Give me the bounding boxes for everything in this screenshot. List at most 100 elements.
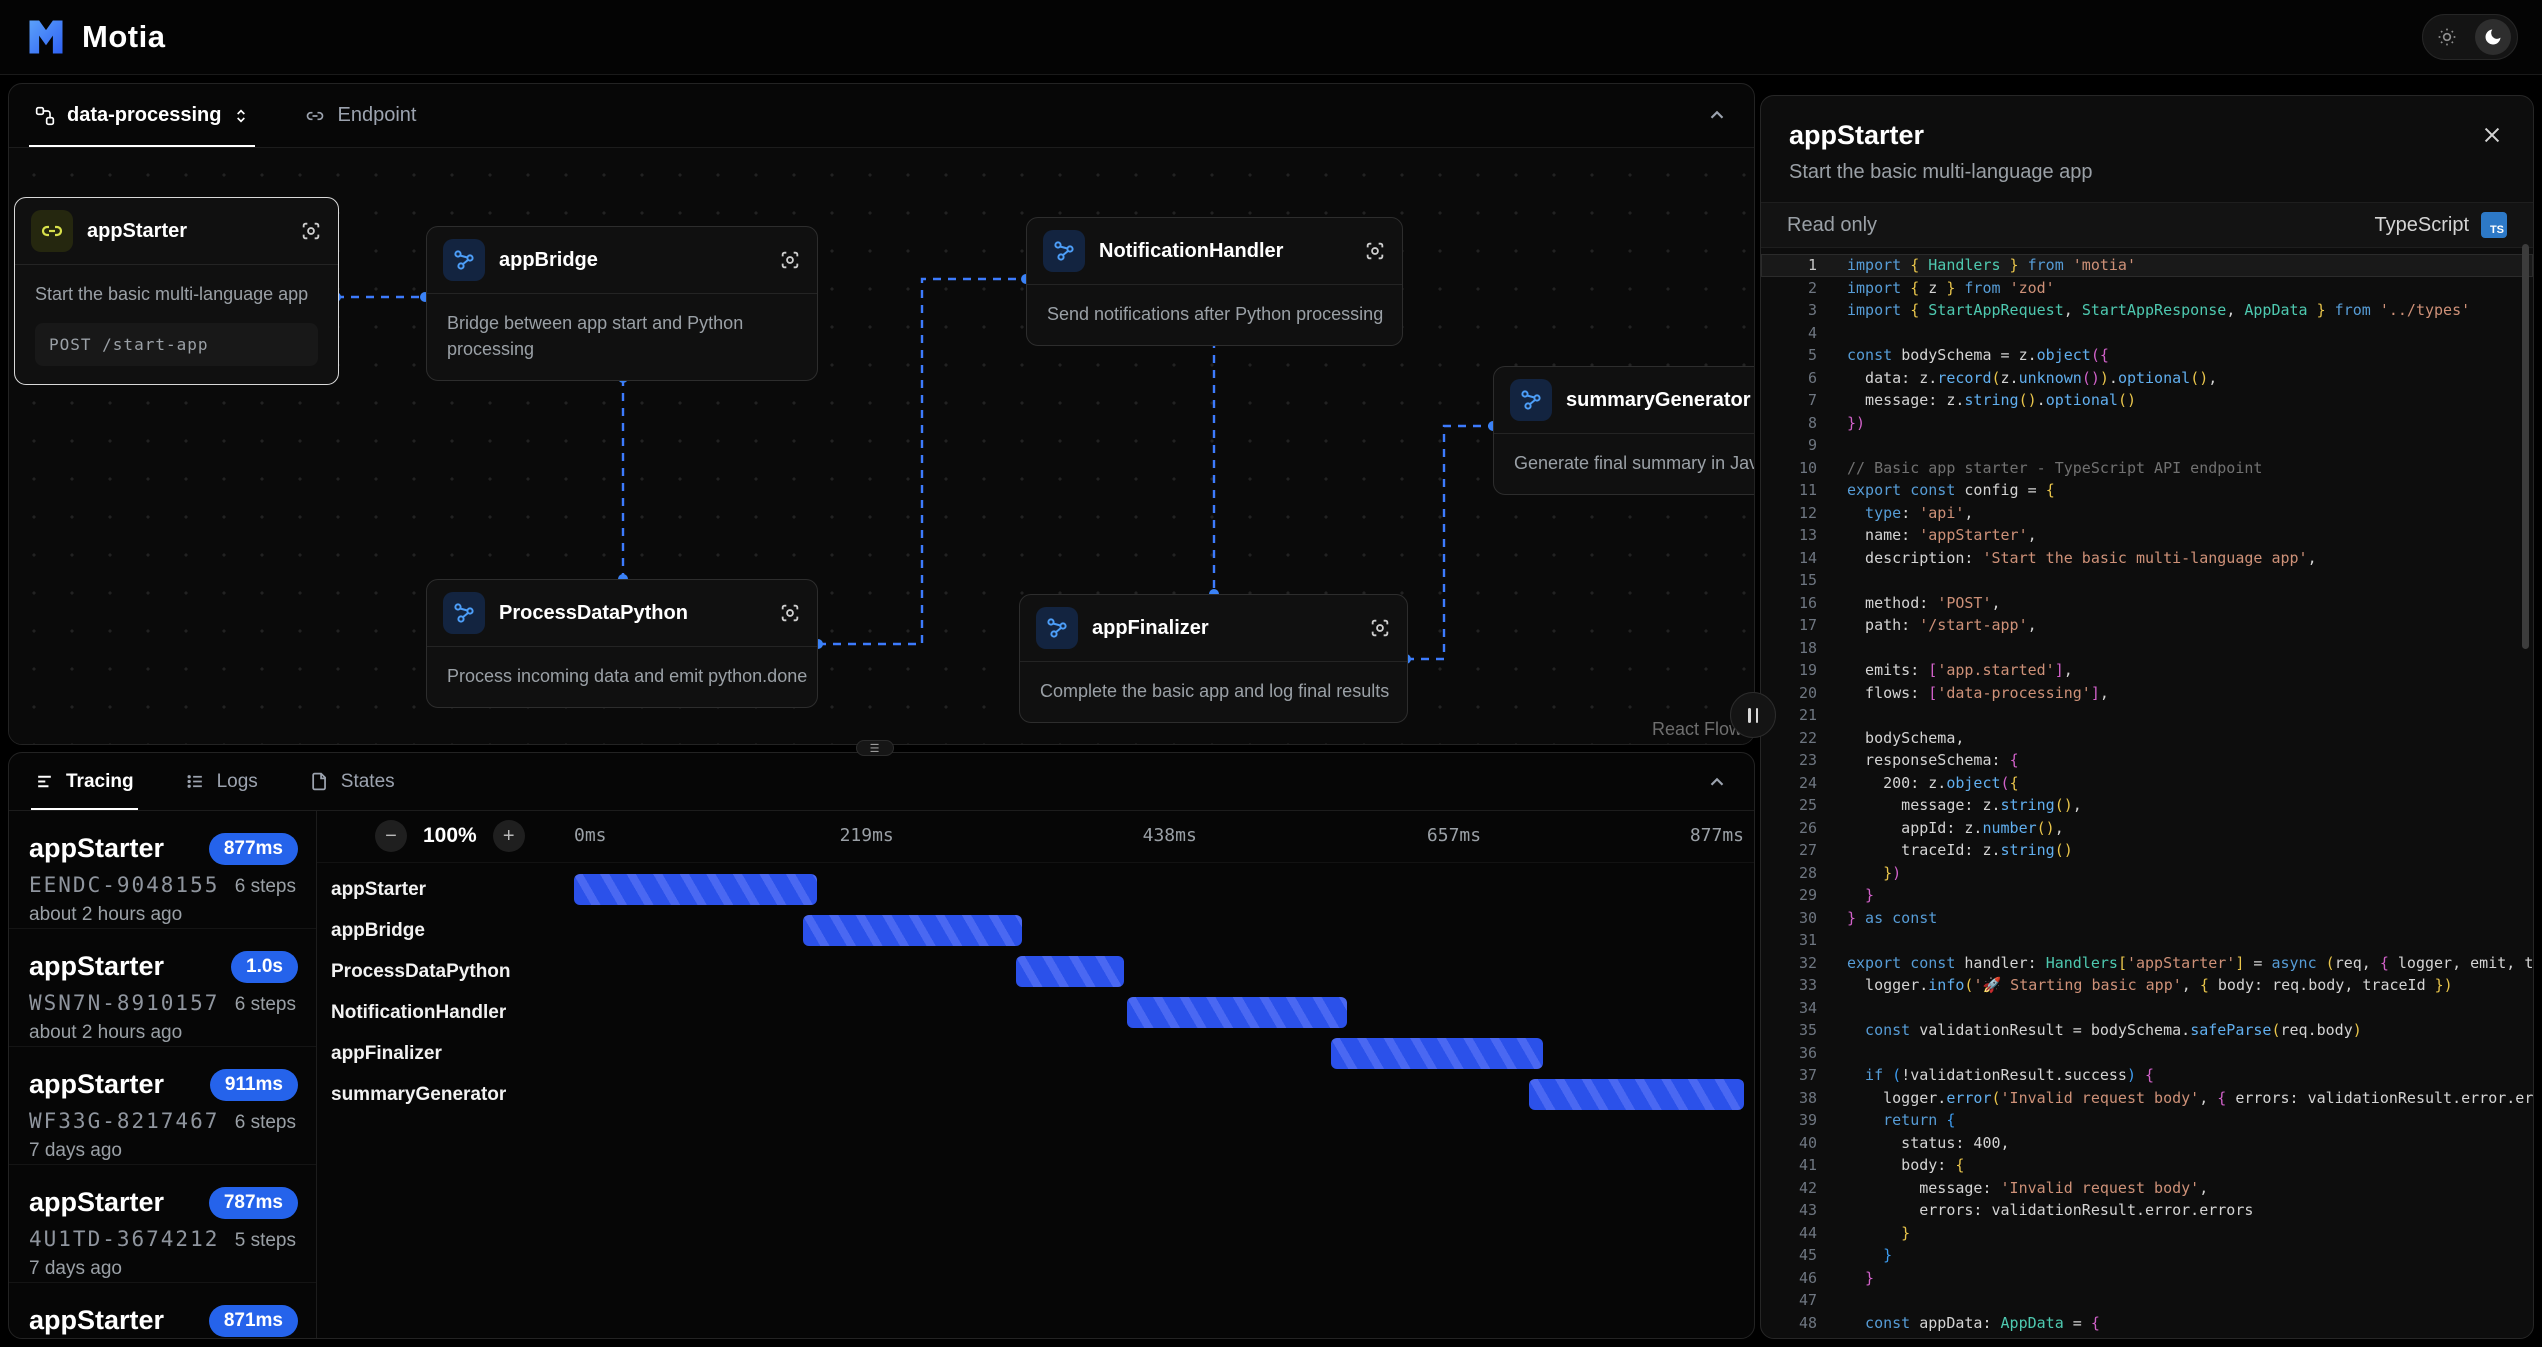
node-description: Generate final summary in JavaScript [1514, 450, 1755, 476]
code-line: 4 [1761, 322, 2533, 345]
code-line: 32export const handler: Handlers['appSta… [1761, 952, 2533, 975]
tab-endpoint-label: Endpoint [337, 104, 416, 127]
gantt-bar[interactable] [1529, 1079, 1744, 1110]
code-line: 16 method: 'POST', [1761, 592, 2533, 615]
file-icon [310, 772, 329, 791]
code-line: 49 id: Date.now(), [1761, 1334, 2533, 1339]
theme-toggle[interactable] [2422, 14, 2518, 60]
gantt-row[interactable]: appBridge [317, 910, 1754, 951]
tab-logs[interactable]: Logs [186, 753, 258, 810]
line-number: 38 [1761, 1089, 1847, 1107]
trace-id: WSN7N-8910157 [29, 991, 219, 1015]
code-panel: appStarter Start the basic multi-languag… [1760, 95, 2534, 1339]
gantt-bar[interactable] [803, 915, 1022, 946]
vertical-resize-handle[interactable] [1730, 692, 1776, 738]
code-line: 46 } [1761, 1267, 2533, 1290]
tab-endpoint[interactable]: Endpoint [305, 84, 416, 147]
trace-list: appStarter877msEENDC-90481556 stepsabout… [9, 811, 317, 1339]
trace-list-item[interactable]: appStarter871ms [9, 1283, 316, 1339]
node-appBridge[interactable]: appBridge Bridge between app start and P… [426, 226, 818, 381]
line-number: 18 [1761, 639, 1847, 657]
trace-list-item[interactable]: appStarter911msWF33G-82174676 steps7 day… [9, 1047, 316, 1165]
line-number: 26 [1761, 819, 1847, 837]
trace-list-item[interactable]: appStarter877msEENDC-90481556 stepsabout… [9, 811, 316, 929]
code-line: 10// Basic app starter - TypeScript API … [1761, 457, 2533, 480]
code-line: 37 if (!validationResult.success) { [1761, 1064, 2533, 1087]
gantt-row[interactable]: NotificationHandler [317, 992, 1754, 1033]
code-line: 7 message: z.string().optional() [1761, 389, 2533, 412]
code-scrollbar[interactable] [2522, 244, 2529, 649]
node-summaryGenerator[interactable]: summaryGenerator Generate final summary … [1493, 366, 1755, 495]
line-number: 13 [1761, 526, 1847, 544]
flow-canvas[interactable]: appStarter Start the basic multi-languag… [9, 148, 1754, 745]
gantt-row[interactable]: appFinalizer [317, 1033, 1754, 1074]
line-number: 22 [1761, 729, 1847, 747]
line-number: 17 [1761, 616, 1847, 634]
code-line: 6 data: z.record(z.unknown()).optional()… [1761, 367, 2533, 390]
tab-tracing[interactable]: Tracing [35, 753, 134, 810]
horizontal-resize-handle[interactable]: ☰ [856, 740, 894, 756]
code-line: 30} as const [1761, 907, 2533, 930]
trace-steps: 6 steps [235, 876, 296, 898]
code-line: 35 const validationResult = bodySchema.s… [1761, 1019, 2533, 1042]
line-number: 37 [1761, 1066, 1847, 1084]
node-ProcessDataPython[interactable]: ProcessDataPython Process incoming data … [426, 579, 818, 708]
trace-id: EENDC-9048155 [29, 873, 219, 897]
code-line: 18 [1761, 637, 2533, 660]
collapse-panel-button[interactable] [1706, 771, 1728, 793]
line-number: 41 [1761, 1156, 1847, 1174]
line-number: 15 [1761, 571, 1847, 589]
line-number: 45 [1761, 1246, 1847, 1264]
axis-tick-label: 0ms [574, 825, 607, 846]
line-number: 30 [1761, 909, 1847, 927]
code-line: 3import { StartAppRequest, StartAppRespo… [1761, 299, 2533, 322]
code-panel-title: appStarter [1789, 120, 2505, 151]
gantt-bar[interactable] [574, 874, 817, 905]
code-line: 21 [1761, 704, 2533, 727]
close-icon[interactable] [2475, 118, 2509, 152]
sun-icon[interactable] [2429, 19, 2465, 55]
node-description: Process incoming data and emit python.do… [447, 663, 797, 689]
code-line: 36 [1761, 1042, 2533, 1065]
code-line: 15 [1761, 569, 2533, 592]
code-line: 33 logger.info('🚀 Starting basic app', {… [1761, 974, 2533, 997]
zoom-in-button[interactable]: + [493, 820, 525, 852]
gantt-row[interactable]: summaryGenerator [317, 1074, 1754, 1115]
trace-id: WF33G-8217467 [29, 1109, 219, 1133]
gantt-bar[interactable] [1331, 1038, 1543, 1069]
node-description: Send notifications after Python processi… [1047, 301, 1382, 327]
moon-icon[interactable] [2475, 19, 2511, 55]
gantt-track [574, 910, 1752, 951]
gantt-track [574, 1033, 1752, 1074]
trace-list-item[interactable]: appStarter787ms4U1TD-36742125 steps7 day… [9, 1165, 316, 1283]
tab-states[interactable]: States [310, 753, 395, 810]
node-appStarter[interactable]: appStarter Start the basic multi-languag… [14, 197, 339, 385]
node-NotificationHandler[interactable]: NotificationHandler Send notifications a… [1026, 217, 1403, 346]
gantt-row[interactable]: ProcessDataPython [317, 951, 1754, 992]
focus-node-icon[interactable] [1369, 617, 1391, 639]
line-number: 49 [1761, 1336, 1847, 1339]
trace-steps: 6 steps [235, 994, 296, 1016]
line-number: 10 [1761, 459, 1847, 477]
gantt-bar[interactable] [1016, 956, 1124, 987]
code-editor[interactable]: 1import { Handlers } from 'motia'2import… [1761, 248, 2533, 1339]
node-title: appFinalizer [1092, 617, 1209, 640]
code-line: 1import { Handlers } from 'motia' [1761, 254, 2533, 277]
zoom-out-button[interactable]: − [375, 820, 407, 852]
line-number: 20 [1761, 684, 1847, 702]
workflow-icon [35, 106, 55, 126]
gantt-chart: appStarterappBridgeProcessDataPythonNoti… [317, 863, 1754, 1115]
focus-node-icon[interactable] [779, 249, 801, 271]
flow-selector[interactable]: data-processing [35, 84, 249, 147]
focus-node-icon[interactable] [300, 220, 322, 242]
gantt-bar[interactable] [1127, 997, 1347, 1028]
line-number: 8 [1761, 414, 1847, 432]
react-flow-attribution[interactable]: React Flow [1652, 719, 1742, 740]
node-appFinalizer[interactable]: appFinalizer Complete the basic app and … [1019, 594, 1408, 723]
collapse-canvas-button[interactable] [1706, 104, 1728, 126]
focus-node-icon[interactable] [1364, 240, 1386, 262]
focus-node-icon[interactable] [779, 602, 801, 624]
gantt-row[interactable]: appStarter [317, 869, 1754, 910]
line-number: 2 [1761, 279, 1847, 297]
trace-list-item[interactable]: appStarter1.0sWSN7N-89101576 stepsabout … [9, 929, 316, 1047]
